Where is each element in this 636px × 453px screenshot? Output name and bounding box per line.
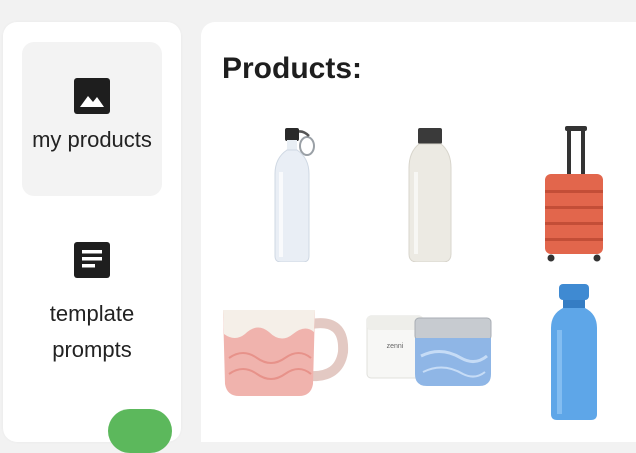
product-card[interactable]: [213, 122, 353, 262]
product-card[interactable]: [501, 122, 636, 262]
sidebar-item-my-products[interactable]: my products: [22, 42, 162, 196]
sidebar: my products template prompts: [3, 22, 181, 453]
suitcase-icon: [545, 126, 603, 262]
cosmetic-jars-icon: zenni: [366, 315, 492, 386]
product-card[interactable]: [361, 122, 501, 262]
product-card[interactable]: [501, 282, 636, 422]
image-icon: [74, 78, 110, 114]
mug-icon: [223, 310, 349, 396]
insulated-bottle-icon: [408, 128, 452, 262]
product-card[interactable]: zenni: [361, 292, 501, 432]
svg-text:zenni: zenni: [387, 343, 404, 350]
sidebar-item-label: template prompts: [49, 301, 135, 362]
action-button[interactable]: [108, 409, 172, 453]
blue-bottle-icon: [551, 284, 597, 420]
sidebar-item-label: my products: [32, 127, 152, 152]
main-panel: Products: zenni: [201, 22, 636, 442]
page-title: Products:: [222, 52, 363, 85]
product-card[interactable]: [213, 292, 353, 432]
document-icon: [74, 242, 110, 278]
sidebar-item-template-prompts[interactable]: template prompts: [22, 218, 162, 388]
water-bottle-icon: [274, 128, 315, 262]
